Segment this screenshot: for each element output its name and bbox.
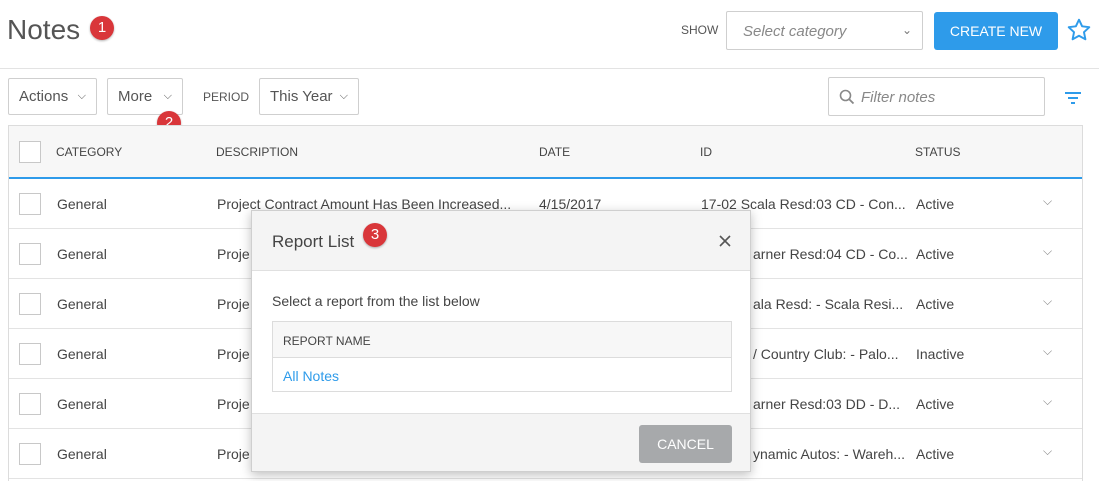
row-id: ala Resd: - Scala Resi... — [753, 296, 904, 312]
row-description: Proje — [217, 446, 250, 462]
report-list-dialog: Report List Select a report from the lis… — [251, 210, 751, 472]
row-category: General — [57, 396, 107, 412]
callout-badge-3: 3 — [363, 223, 387, 247]
more-dropdown[interactable]: More ⌵ — [107, 78, 183, 115]
report-link-all-notes[interactable]: All Notes — [283, 368, 339, 384]
row-id: arner Resd:03 DD - D... — [753, 396, 901, 412]
row-status: Active — [916, 446, 955, 462]
row-status: Active — [916, 396, 955, 412]
callout-badge-1: 1 — [90, 16, 114, 40]
dialog-instruction: Select a report from the list below — [272, 293, 480, 309]
row-description: Proje — [217, 346, 250, 362]
actions-label: Actions — [19, 88, 69, 105]
filter-notes-input[interactable]: Filter notes — [828, 77, 1045, 116]
category-select-placeholder: Select category — [743, 23, 847, 40]
row-category: General — [57, 196, 107, 212]
period-dropdown[interactable]: This Year ⌵ — [259, 78, 359, 115]
row-description: Proje — [217, 246, 250, 262]
dialog-title: Report List — [272, 232, 355, 251]
column-header-date[interactable]: DATE — [539, 145, 570, 159]
row-checkbox[interactable] — [19, 243, 41, 265]
chevron-down-icon[interactable]: ⌵ — [1043, 344, 1052, 359]
row-checkbox[interactable] — [19, 193, 41, 215]
chevron-down-icon[interactable]: ⌵ — [1043, 444, 1052, 459]
row-checkbox[interactable] — [19, 443, 41, 465]
row-description: Proje — [217, 296, 250, 312]
star-icon[interactable] — [1066, 17, 1092, 43]
dialog-footer: CANCEL — [252, 413, 750, 471]
row-status: Active — [916, 196, 955, 212]
chevron-down-icon[interactable]: ⌵ — [1043, 194, 1052, 209]
filter-icon[interactable] — [1064, 90, 1082, 106]
row-description: Proje — [217, 396, 250, 412]
cancel-button[interactable]: CANCEL — [639, 425, 732, 463]
column-header-category[interactable]: CATEGORY — [56, 145, 122, 159]
chevron-down-icon[interactable]: ⌵ — [1043, 394, 1052, 409]
category-select[interactable]: Select category ⌄ — [726, 11, 923, 50]
report-list-table: REPORT NAME All Notes — [272, 321, 732, 392]
period-label: PERIOD — [203, 90, 250, 104]
filter-notes-placeholder: Filter notes — [861, 89, 936, 106]
page-title: Notes — [7, 14, 81, 45]
column-header-report-name: REPORT NAME — [283, 334, 371, 348]
more-label: More — [118, 88, 153, 105]
row-status: Active — [916, 246, 955, 262]
chevron-down-icon: ⌄ — [901, 23, 912, 37]
period-value: This Year — [270, 88, 333, 105]
column-header-id[interactable]: ID — [700, 145, 712, 159]
chevron-down-icon: ⌵ — [163, 90, 172, 102]
table-header: CATEGORY DESCRIPTION DATE ID STATUS — [9, 126, 1082, 179]
row-checkbox[interactable] — [19, 393, 41, 415]
row-checkbox[interactable] — [19, 343, 41, 365]
row-category: General — [57, 346, 107, 362]
row-category: General — [57, 446, 107, 462]
row-id: arner Resd:04 CD - Co... — [753, 246, 908, 262]
column-header-description[interactable]: DESCRIPTION — [216, 145, 298, 159]
column-header-status[interactable]: STATUS — [915, 145, 961, 159]
row-status: Active — [916, 296, 955, 312]
show-label: SHOW — [681, 23, 719, 37]
row-id: / Country Club: - Palo... — [753, 346, 899, 362]
close-icon[interactable] — [718, 234, 732, 248]
chevron-down-icon[interactable]: ⌵ — [1043, 294, 1052, 309]
select-all-checkbox[interactable] — [19, 141, 41, 163]
chevron-down-icon: ⌵ — [77, 90, 86, 102]
row-status: Inactive — [916, 346, 965, 362]
search-icon — [839, 89, 855, 105]
report-list-header: REPORT NAME — [273, 322, 731, 358]
actions-dropdown[interactable]: Actions ⌵ — [8, 78, 97, 115]
create-new-button[interactable]: CREATE NEW — [934, 12, 1058, 50]
row-category: General — [57, 246, 107, 262]
row-category: General — [57, 296, 107, 312]
page-header: Notes 1 SHOW Select category ⌄ CREATE NE… — [0, 0, 1099, 69]
chevron-down-icon[interactable]: ⌵ — [1043, 244, 1052, 259]
dialog-header: Report List — [252, 211, 750, 271]
row-checkbox[interactable] — [19, 293, 41, 315]
row-id: ynamic Autos: - Wareh... — [753, 446, 905, 462]
chevron-down-icon: ⌵ — [339, 90, 348, 102]
